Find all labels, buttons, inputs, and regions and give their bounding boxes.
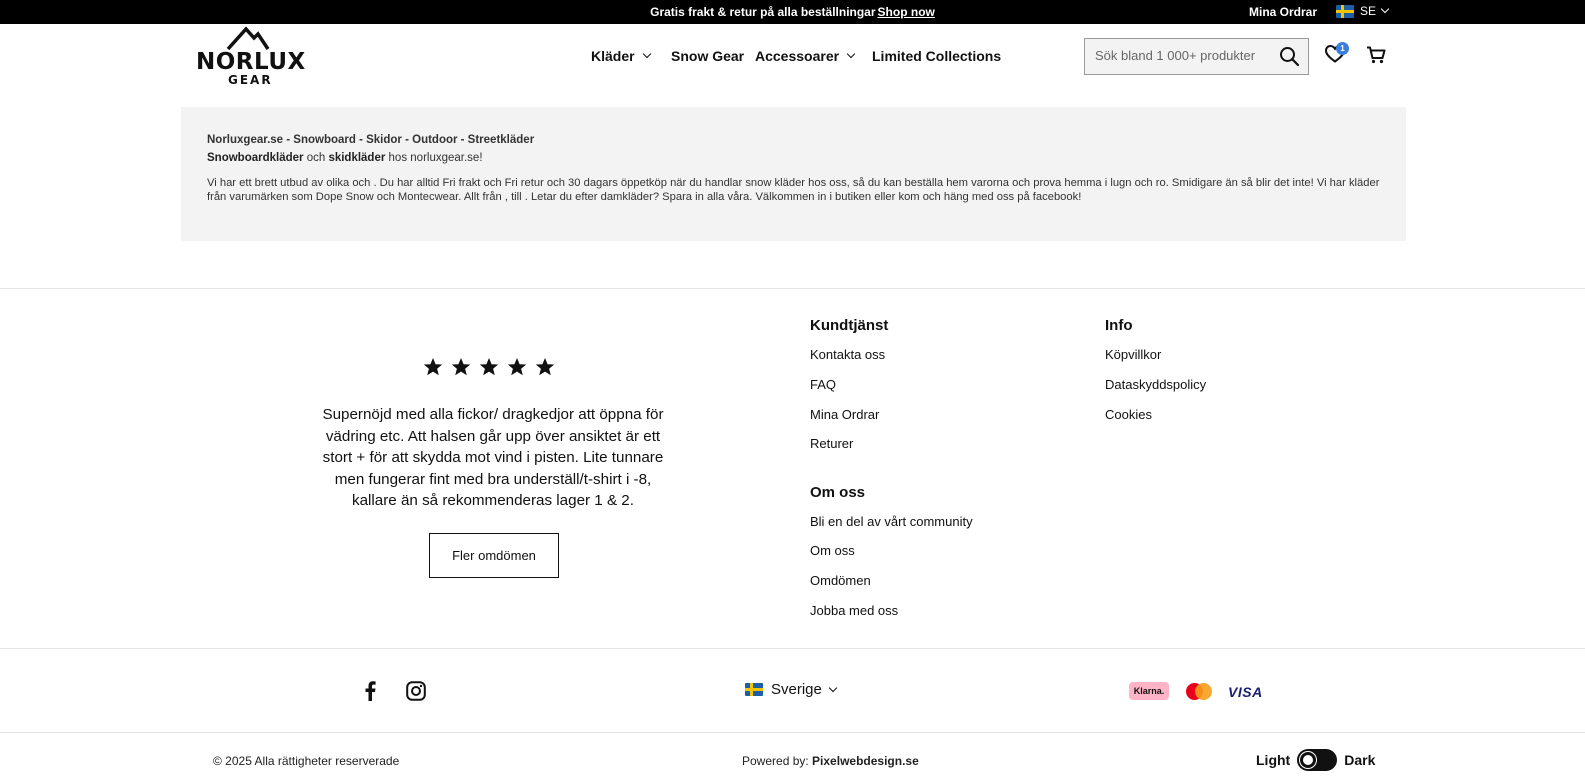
star-icon: [479, 358, 499, 376]
nav-item-snow-gear[interactable]: Snow Gear: [671, 48, 744, 64]
footer-link-returer[interactable]: Returer: [810, 436, 853, 451]
sun-icon: [1300, 752, 1317, 768]
mountain-logo-icon: [226, 26, 270, 50]
promo-text: Gratis frakt & retur på alla beställning…: [650, 5, 876, 19]
footer-divider: [0, 732, 1585, 733]
visa-logo: VISA: [1228, 684, 1263, 700]
powered-by: Powered by: Pixelwebdesign.se: [742, 754, 919, 768]
review-rating-stars: [423, 357, 555, 377]
star-icon: [423, 358, 443, 376]
language-selector[interactable]: SE: [1336, 4, 1390, 18]
instagram-icon[interactable]: [406, 681, 426, 706]
logo-subtext: GEAR: [228, 73, 273, 87]
site-logo[interactable]: NORLUX GEAR: [196, 26, 305, 88]
footer-link-kontakta-oss[interactable]: Kontakta oss: [810, 347, 885, 362]
footer-heading: Info: [1105, 317, 1133, 334]
footer-heading: Kundtjänst: [810, 317, 889, 334]
sweden-flag-icon: [1336, 4, 1354, 18]
language-code: SE: [1360, 4, 1377, 18]
nav-item-accessoarer[interactable]: Accessoarer: [755, 48, 856, 64]
sweden-flag-icon: [745, 683, 763, 696]
logo-text: NORLUX: [196, 49, 306, 75]
footer-link-om-oss[interactable]: Om oss: [810, 543, 855, 558]
theme-toggle[interactable]: [1297, 749, 1338, 771]
chevron-down-icon: [1380, 4, 1390, 14]
footer-link-dataskyddspolicy[interactable]: Dataskyddspolicy: [1105, 377, 1206, 392]
star-icon: [535, 358, 555, 376]
chevron-down-icon: [828, 683, 838, 692]
copyright-text: © 2025 Alla rättigheter reserverade: [213, 754, 400, 768]
chevron-down-icon: [642, 49, 651, 59]
footer-link-community[interactable]: Bli en del av vårt community: [810, 514, 973, 529]
star-icon: [507, 358, 527, 376]
shop-now-link[interactable]: Shop now: [878, 5, 935, 19]
klarna-logo: Klarna.: [1129, 682, 1169, 700]
footer-link-mina-ordrar[interactable]: Mina Ordrar: [810, 407, 879, 422]
theme-light-label: Light: [1256, 752, 1291, 768]
review-text: Supernöjd med alla fickor/ dragkedjor at…: [322, 406, 664, 509]
nav-label: Kläder: [591, 48, 635, 64]
footer-heading: Om oss: [810, 484, 866, 501]
country-selector[interactable]: Sverige: [745, 681, 838, 698]
search-icon[interactable]: [1279, 46, 1300, 72]
seo-keyword: Snowboardkläder: [207, 152, 304, 164]
announcement-bar: Gratis frakt & retur på alla beställning…: [0, 0, 1585, 24]
powered-by-label: Powered by:: [742, 754, 813, 768]
theme-switcher: Light Dark: [1256, 749, 1375, 771]
nav-item-klader[interactable]: Kläder: [591, 48, 651, 64]
my-orders-link[interactable]: Mina Ordrar: [1249, 5, 1317, 19]
nav-label: Snow Gear: [671, 48, 745, 64]
theme-dark-label: Dark: [1344, 752, 1376, 768]
more-reviews-button[interactable]: Fler omdömen: [429, 533, 559, 578]
search-box: [1084, 38, 1309, 75]
footer-link-omdomen[interactable]: Omdömen: [810, 573, 871, 588]
country-label: Sverige: [771, 681, 822, 698]
nav-item-limited-collections[interactable]: Limited Collections: [872, 48, 1001, 64]
footer-divider: [0, 288, 1585, 289]
seo-text-block: Norluxgear.se - Snowboard - Skidor - Out…: [181, 107, 1406, 241]
search-input[interactable]: [1095, 48, 1270, 63]
footer-link-jobba-med-oss[interactable]: Jobba med oss: [810, 603, 898, 618]
footer-link-kopvillkor[interactable]: Köpvillkor: [1105, 347, 1161, 362]
seo-heading: Norluxgear.se - Snowboard - Skidor - Out…: [207, 134, 535, 146]
footer-divider: [0, 648, 1585, 649]
seo-text: och: [303, 152, 329, 164]
nav-label: Accessoarer: [755, 48, 840, 64]
seo-keyword: skidkläder: [328, 152, 386, 164]
star-icon: [451, 358, 471, 376]
chevron-down-icon: [846, 49, 856, 59]
seo-subheading: Snowboardkläder och skidkläder hos norlu…: [207, 152, 483, 164]
powered-by-link[interactable]: Pixelwebdesign.se: [812, 754, 919, 768]
mastercard-logo-icon: [1186, 683, 1212, 700]
seo-text: hos norluxgear.se!: [385, 152, 483, 164]
facebook-icon[interactable]: [364, 681, 376, 706]
seo-body-text: Vi har ett brett utbud av olika och . Du…: [207, 177, 1380, 203]
nav-label: Limited Collections: [872, 48, 1002, 64]
footer-link-cookies[interactable]: Cookies: [1105, 407, 1152, 422]
footer-link-faq[interactable]: FAQ: [810, 377, 836, 392]
cart-icon[interactable]: [1366, 46, 1386, 69]
wishlist-count-badge: 1: [1336, 42, 1349, 55]
